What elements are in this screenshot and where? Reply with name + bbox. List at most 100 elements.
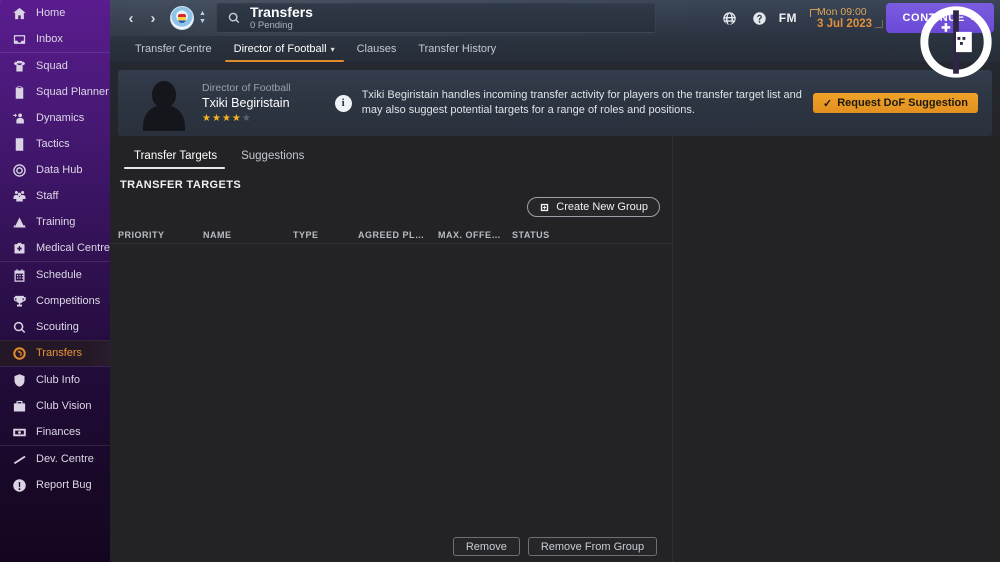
money-icon <box>11 424 27 440</box>
continue-button[interactable]: CONTINUE » <box>886 3 994 33</box>
column-header-max-offer-amount[interactable]: MAX. OFFER AMO... <box>430 230 504 240</box>
remove-from-group-button[interactable]: Remove From Group <box>527 537 658 556</box>
page-title: Transfers <box>249 4 313 20</box>
sidebar-item-training[interactable]: Training <box>0 209 110 235</box>
sidebar-item-report-bug[interactable]: Report Bug <box>0 472 110 498</box>
dof-role-label: Director of Football <box>202 82 291 94</box>
back-button[interactable]: ‹ <box>120 5 142 31</box>
column-header-name[interactable]: NAME <box>195 230 285 240</box>
sidebar-item-label: Scouting <box>36 321 79 333</box>
sidebar-item-dynamics[interactable]: Dynamics <box>0 105 110 131</box>
chevron-down-icon: ▾ <box>330 44 335 54</box>
sidebar-item-label: Staff <box>36 190 59 202</box>
sidebar-item-medical-centre[interactable]: Medical Centre <box>0 235 110 261</box>
trophy-icon <box>11 293 27 309</box>
sidebar-item-transfers[interactable]: Transfers <box>0 340 110 366</box>
tab-director-of-football[interactable]: Director of Football ▾ <box>223 36 346 62</box>
sidebar-item-club-info[interactable]: Club Info <box>0 367 110 393</box>
sidebar-item-label: Tactics <box>36 138 70 150</box>
fm-application-window: Home Inbox Squad Squad Planner Dynamics <box>0 0 1000 562</box>
club-badge-manchester-city[interactable] <box>170 6 194 30</box>
table-header-row: PRIORITY NAME TYPE AGREED PLAYING... MAX… <box>110 226 672 244</box>
clipboard-icon <box>11 84 27 100</box>
help-button[interactable] <box>745 0 775 36</box>
sidebar-item-inbox[interactable]: Inbox <box>0 26 110 52</box>
home-icon <box>11 5 27 21</box>
sidebar-item-competitions[interactable]: Competitions <box>0 288 110 314</box>
section-heading: TRANSFER TARGETS <box>120 179 242 191</box>
sidebar-item-staff[interactable]: Staff <box>0 183 110 209</box>
sidebar-item-label: Squad <box>36 60 68 72</box>
magnifier-icon <box>11 319 27 335</box>
sidebar-item-label: Home <box>36 7 66 19</box>
sidebar-item-dev-centre[interactable]: Dev. Centre <box>0 446 110 472</box>
remove-button[interactable]: Remove <box>452 537 520 556</box>
sub-tab-transfer-targets[interactable]: Transfer Targets <box>124 146 231 169</box>
sidebar-item-squad[interactable]: Squad <box>0 53 110 79</box>
create-new-group-label: Create New Group <box>556 201 648 213</box>
sidebar-item-label: Club Vision <box>36 400 92 412</box>
fm-logo: FM <box>778 11 798 25</box>
sidebar-item-scouting[interactable]: Scouting <box>0 314 110 340</box>
column-header-agreed-playing-time[interactable]: AGREED PLAYING... <box>350 230 430 240</box>
tab-clauses[interactable]: Clauses <box>346 36 408 62</box>
sidebar-item-label: Finances <box>36 426 81 438</box>
check-icon: ✓ <box>823 97 833 110</box>
chevron-right-icon: › <box>150 9 156 27</box>
panel-toolbar: Create New Group <box>110 191 672 217</box>
content-area: Transfer Targets Suggestions TRANSFER TA… <box>110 136 1000 562</box>
column-header-priority[interactable]: PRIORITY <box>110 230 195 240</box>
club-switcher-stepper[interactable]: ▲ ▼ <box>199 10 206 25</box>
remove-from-group-label: Remove From Group <box>540 540 645 553</box>
game-time: Mon 09:00 <box>817 5 867 18</box>
chevron-left-icon: ‹ <box>128 9 134 27</box>
sidebar-item-data-hub[interactable]: Data Hub <box>0 157 110 183</box>
tab-transfer-history[interactable]: Transfer History <box>407 36 507 62</box>
tab-label: Transfer Centre <box>135 43 212 55</box>
tab-label: Clauses <box>356 43 397 55</box>
top-toolbar: ‹ › ▲ ▼ Transfers 0 Pending FM Mon 09:00… <box>110 0 1000 78</box>
help-icon <box>752 11 767 26</box>
forward-button[interactable]: › <box>142 5 164 31</box>
sub-tab-bar: Transfer Targets Suggestions <box>110 136 672 169</box>
dof-description: i Txiki Begiristain handles incoming tra… <box>334 88 805 118</box>
shirt-icon <box>11 58 27 74</box>
column-header-status[interactable]: STATUS <box>504 230 564 240</box>
column-header-type[interactable]: TYPE <box>285 230 350 240</box>
training-icon <box>11 214 27 230</box>
player-silhouette-avatar <box>140 75 188 131</box>
sidebar-item-tactics[interactable]: Tactics <box>0 131 110 157</box>
tab-transfer-centre[interactable]: Transfer Centre <box>124 36 223 62</box>
sidebar-item-finances[interactable]: Finances <box>0 419 110 445</box>
search-icon <box>227 11 241 25</box>
globe-button[interactable] <box>715 0 745 36</box>
sidebar-item-label: Dynamics <box>36 112 85 124</box>
dof-name: Txiki Begiristain <box>202 96 290 110</box>
star-filled-icon: ★ <box>211 113 222 124</box>
request-dof-suggestion-button[interactable]: ✓ Request DoF Suggestion <box>813 93 978 113</box>
create-new-group-button[interactable]: Create New Group <box>527 197 660 217</box>
sub-tab-suggestions[interactable]: Suggestions <box>231 146 318 169</box>
nav-group-team: Squad Squad Planner Dynamics Tactics Dat… <box>0 52 110 261</box>
dof-star-rating: ★★★★★ <box>202 113 291 125</box>
footer-action-bar: Remove Remove From Group <box>110 537 1000 556</box>
tab-label: Transfer History <box>418 43 497 55</box>
staff-icon <box>11 188 27 204</box>
sidebar-item-home[interactable]: Home <box>0 0 110 26</box>
sub-tab-label: Suggestions <box>241 150 305 162</box>
sidebar-item-label: Inbox <box>36 33 63 45</box>
detail-panel-empty <box>672 136 1000 562</box>
search-bar[interactable]: Transfers 0 Pending <box>215 3 656 33</box>
director-of-football-card: Director of Football Txiki Begiristain ★… <box>118 70 992 136</box>
exclamation-icon <box>11 477 27 493</box>
page-content: Director of Football Txiki Begiristain ★… <box>110 62 1000 562</box>
sidebar-item-club-vision[interactable]: Club Vision <box>0 393 110 419</box>
pending-count: 0 Pending <box>249 20 293 31</box>
sidebar-item-label: Data Hub <box>36 164 83 176</box>
sidebar-item-squad-planner[interactable]: Squad Planner <box>0 79 110 105</box>
dof-description-text: Txiki Begiristain handles incoming trans… <box>361 89 802 116</box>
star-empty-icon: ★ <box>241 113 252 124</box>
sidebar-item-schedule[interactable]: Schedule <box>0 262 110 288</box>
sidebar-item-label: Training <box>36 216 76 228</box>
calendar-icon <box>11 267 27 283</box>
